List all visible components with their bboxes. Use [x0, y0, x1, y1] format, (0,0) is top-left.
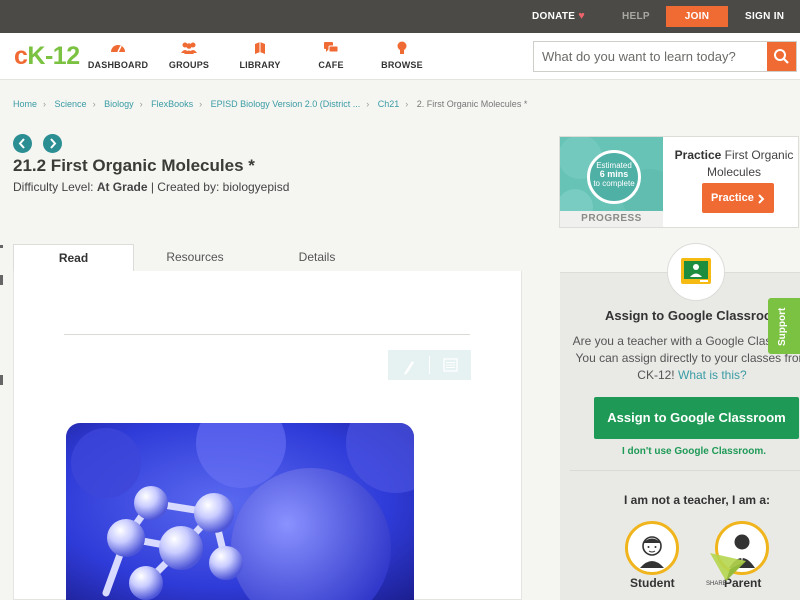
- breadcrumb: Home › Science › Biology › FlexBooks › EPISD…: [13, 99, 528, 109]
- dashboard-icon: [78, 41, 158, 55]
- breadcrumb-science[interactable]: Science: [55, 99, 87, 109]
- dont-use-classroom-link[interactable]: I don't use Google Classroom.: [622, 446, 766, 457]
- student-label: Student: [630, 576, 675, 590]
- google-classroom-description: Are you a teacher with a Google Classroo…: [572, 334, 800, 382]
- notes-icon: [443, 358, 458, 372]
- practice-card: Estimated 6 mins to complete PROGRESS Pr…: [559, 136, 799, 228]
- groups-icon: [149, 41, 229, 55]
- main-nav: cK-12 DASHBOARD GROUPS LIBRARY CAFE BROW…: [0, 33, 800, 80]
- tab-read[interactable]: Read: [13, 244, 134, 272]
- search-bar: [533, 41, 797, 72]
- breadcrumb-book[interactable]: EPISD Biology Version 2.0 (District ...: [211, 99, 361, 109]
- nav-groups[interactable]: GROUPS: [149, 41, 229, 70]
- assign-google-classroom-button[interactable]: Assign to Google Classroom: [594, 397, 799, 439]
- breadcrumb-chapter[interactable]: Ch21: [378, 99, 400, 109]
- cafe-icon: [291, 41, 371, 55]
- google-classroom-icon: [681, 258, 711, 284]
- search-button[interactable]: [767, 42, 796, 71]
- divider: [64, 334, 470, 335]
- breadcrumb-current: 2. First Organic Molecules *: [416, 99, 528, 109]
- library-icon: [220, 41, 300, 55]
- search-icon: [774, 49, 789, 64]
- nav-dashboard[interactable]: DASHBOARD: [78, 41, 158, 70]
- practice-title: Practice First Organic Molecules: [674, 148, 794, 179]
- google-classroom-title: Assign to Google Classroom: [605, 308, 784, 323]
- notes-button[interactable]: [430, 350, 471, 380]
- nav-library[interactable]: LIBRARY: [220, 41, 300, 70]
- tab-details[interactable]: Details: [256, 244, 378, 272]
- nav-browse[interactable]: BROWSE: [362, 41, 442, 70]
- chevron-left-icon: [18, 138, 25, 149]
- ck12-logo[interactable]: cK-12: [14, 42, 80, 71]
- highlight-button[interactable]: [388, 350, 429, 380]
- breadcrumb-home[interactable]: Home: [13, 99, 37, 109]
- lesson-meta: Difficulty Level: At Grade | Created by:…: [13, 180, 290, 194]
- donate-link[interactable]: DONATE ♥: [532, 0, 585, 33]
- chevron-right-icon: [50, 138, 57, 149]
- molecule-image: [66, 423, 414, 600]
- donate-label: DONATE: [532, 11, 576, 22]
- nav-cafe[interactable]: CAFE: [291, 41, 371, 70]
- what-is-this-link[interactable]: What is this?: [678, 368, 747, 382]
- practice-thumbnail[interactable]: Estimated 6 mins to complete PROGRESS: [560, 137, 663, 227]
- heart-icon: ♥: [578, 10, 586, 22]
- progress-label: PROGRESS: [560, 211, 663, 227]
- divider: [570, 470, 800, 471]
- previous-lesson-button[interactable]: [13, 134, 32, 153]
- sign-in-link[interactable]: SIGN IN: [745, 0, 784, 33]
- chevron-right-icon: [758, 194, 765, 204]
- google-classroom-logo: [667, 243, 725, 301]
- student-avatar-icon: [640, 536, 664, 568]
- share-label: SHARE: [706, 581, 727, 587]
- difficulty-level: At Grade: [96, 180, 148, 194]
- support-tab[interactable]: Support: [768, 298, 800, 354]
- join-button[interactable]: JOIN: [666, 6, 728, 27]
- annotation-toolbar: [388, 350, 471, 380]
- lesson-content: [13, 271, 522, 600]
- breadcrumb-biology[interactable]: Biology: [104, 99, 134, 109]
- browse-icon: [362, 41, 442, 55]
- search-input[interactable]: [534, 42, 768, 71]
- time-estimate: Estimated 6 mins to complete: [587, 150, 641, 204]
- next-lesson-button[interactable]: [43, 134, 62, 153]
- not-teacher-label: I am not a teacher, I am a:: [624, 493, 771, 507]
- pencil-icon: [404, 361, 414, 375]
- breadcrumb-flexbooks[interactable]: FlexBooks: [151, 99, 193, 109]
- page-title: 21.2 First Organic Molecules *: [13, 156, 255, 175]
- tab-resources[interactable]: Resources: [134, 244, 256, 272]
- help-link[interactable]: HELP: [622, 0, 650, 33]
- created-by: | Created by: biologyepisd: [147, 180, 290, 194]
- student-role-button[interactable]: [625, 521, 679, 575]
- top-bar: DONATE ♥ HELP JOIN SIGN IN: [0, 0, 800, 33]
- practice-button[interactable]: Practice: [702, 183, 774, 213]
